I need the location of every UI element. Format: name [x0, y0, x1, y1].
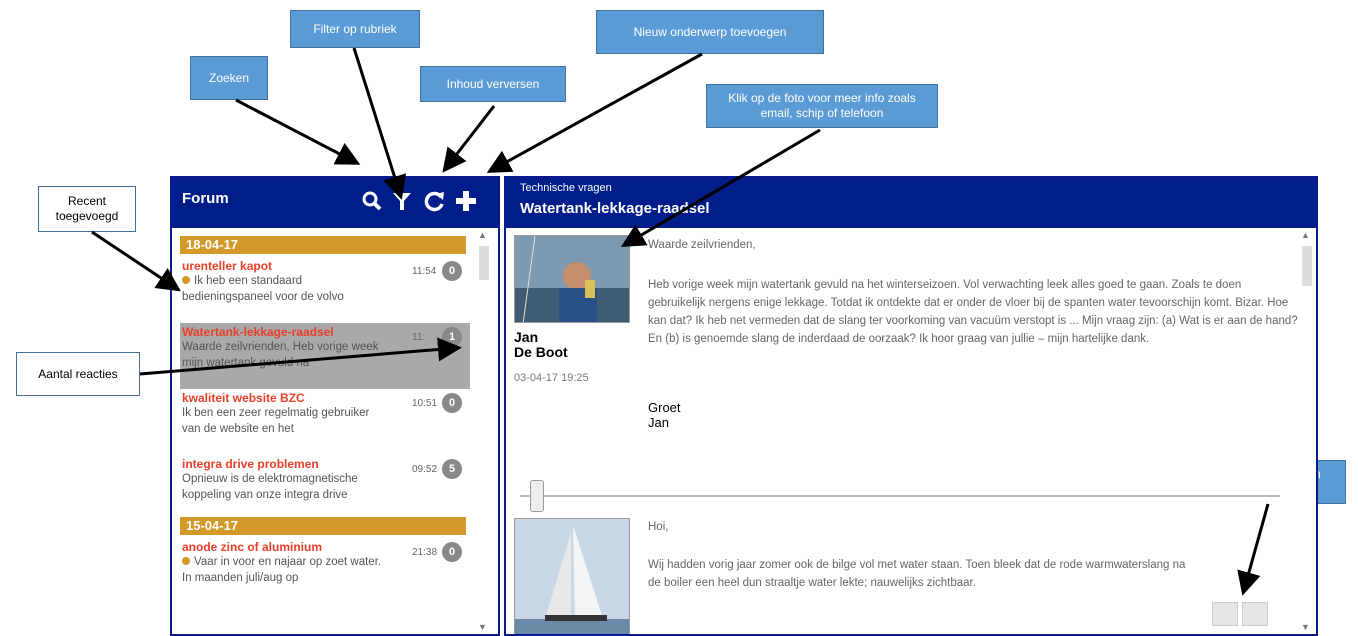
- author-name: Jan De Boot: [514, 329, 568, 360]
- item-preview: Vaar in voor en najaar op zoet water. In…: [182, 556, 382, 584]
- post-body: Heb vorige week mijn watertank gevuld na…: [648, 279, 1298, 345]
- post-body: Wij hadden vorig jaar zomer ook de bilge…: [648, 559, 1186, 589]
- forum-header: Forum: [172, 178, 498, 228]
- recent-dot-icon: [182, 557, 190, 565]
- reply-button[interactable]: [1212, 602, 1238, 626]
- callout-add: Nieuw onderwerp toevoegen: [596, 10, 824, 54]
- refresh-icon[interactable]: [422, 188, 446, 214]
- add-icon[interactable]: [454, 188, 478, 214]
- list-item[interactable]: urenteller kapot Ik heb een standaard be…: [180, 257, 470, 323]
- scroll-down-icon[interactable]: ▼: [478, 622, 487, 632]
- callout-search: Zoeken: [190, 56, 268, 100]
- callout-count: Aantal reacties: [16, 352, 140, 396]
- list-item[interactable]: integra drive problemen Opnieuw is de el…: [180, 455, 470, 517]
- post-date: 03-04-17 19:25: [514, 372, 589, 384]
- recent-dot-icon: [182, 276, 190, 284]
- author-photo[interactable]: [514, 235, 630, 323]
- topic-category: Technische vragen: [520, 182, 612, 194]
- topic-title: Watertank-lekkage-raadsel: [520, 200, 710, 217]
- reply-count-badge: 1: [442, 327, 462, 347]
- item-preview: Ik heb een standaard bedieningspaneel vo…: [182, 275, 344, 303]
- topic-header: Technische vragen Watertank-lekkage-raad…: [506, 178, 1316, 228]
- scroll-down-icon[interactable]: ▼: [1301, 622, 1310, 632]
- list-item[interactable]: anode zinc of aluminium Vaar in voor en …: [180, 538, 470, 604]
- list-item[interactable]: kwaliteit website BZC Ik ben een zeer re…: [180, 389, 470, 455]
- callout-photo-info: Klik op de foto voor meer info zoals ema…: [706, 84, 938, 128]
- topic-list: 18-04-17 urenteller kapot Ik heb een sta…: [180, 236, 470, 604]
- filter-icon[interactable]: [390, 188, 414, 214]
- reply-count-badge: 0: [442, 261, 462, 281]
- post-greeting: Waarde zeilvrienden,: [648, 239, 756, 251]
- callout-refresh: Inhoud verversen: [420, 66, 566, 102]
- author-photo[interactable]: [514, 518, 630, 634]
- divider-handle[interactable]: [530, 480, 544, 512]
- post-greeting: Hoi,: [648, 521, 669, 533]
- item-time: 21:38: [412, 547, 438, 558]
- item-time: 11:54: [412, 266, 437, 277]
- item-title: Watertank-lekkage-raadsel: [182, 325, 334, 339]
- forum-panel: Forum 18-04-17 urenteller kapot Ik heb e…: [170, 176, 500, 636]
- date-header: 15-04-17: [180, 517, 466, 535]
- reply-count-badge: 0: [442, 393, 462, 413]
- topic-scrollbar[interactable]: ▲ ▼: [1300, 230, 1314, 634]
- item-preview: Opnieuw is de elektromagnetische koppeli…: [182, 473, 358, 501]
- reply-count-badge: 0: [442, 542, 462, 562]
- item-preview: Ik ben een zeer regelmatig gebruiker van…: [182, 407, 370, 435]
- scroll-thumb[interactable]: [1302, 246, 1312, 286]
- callout-filter: Filter op rubriek: [290, 10, 420, 48]
- forum-scrollbar[interactable]: ▲ ▼: [477, 230, 491, 634]
- topic-panel: Technische vragen Watertank-lekkage-raad…: [504, 176, 1318, 636]
- scroll-up-icon[interactable]: ▲: [478, 230, 487, 240]
- forum-title: Forum: [182, 190, 229, 207]
- reply-count-badge: 5: [442, 459, 462, 479]
- item-time: 10:51: [412, 398, 438, 409]
- post-divider: [520, 495, 1280, 497]
- list-item-selected[interactable]: Watertank-lekkage-raadsel Waarde zeilvri…: [180, 323, 470, 389]
- item-time: 09:52: [412, 464, 438, 475]
- search-icon[interactable]: [360, 188, 384, 214]
- scroll-thumb[interactable]: [479, 246, 489, 280]
- item-preview: Waarde zeilvrienden, Heb vorige week mij…: [182, 341, 379, 369]
- post-signature: Groet Jan: [648, 400, 681, 430]
- scroll-up-icon[interactable]: ▲: [1301, 230, 1310, 240]
- callout-recent: Recent toegevoegd: [38, 186, 136, 232]
- quote-button[interactable]: [1242, 602, 1268, 626]
- date-header: 18-04-17: [180, 236, 466, 254]
- item-time: 11:: [412, 332, 426, 343]
